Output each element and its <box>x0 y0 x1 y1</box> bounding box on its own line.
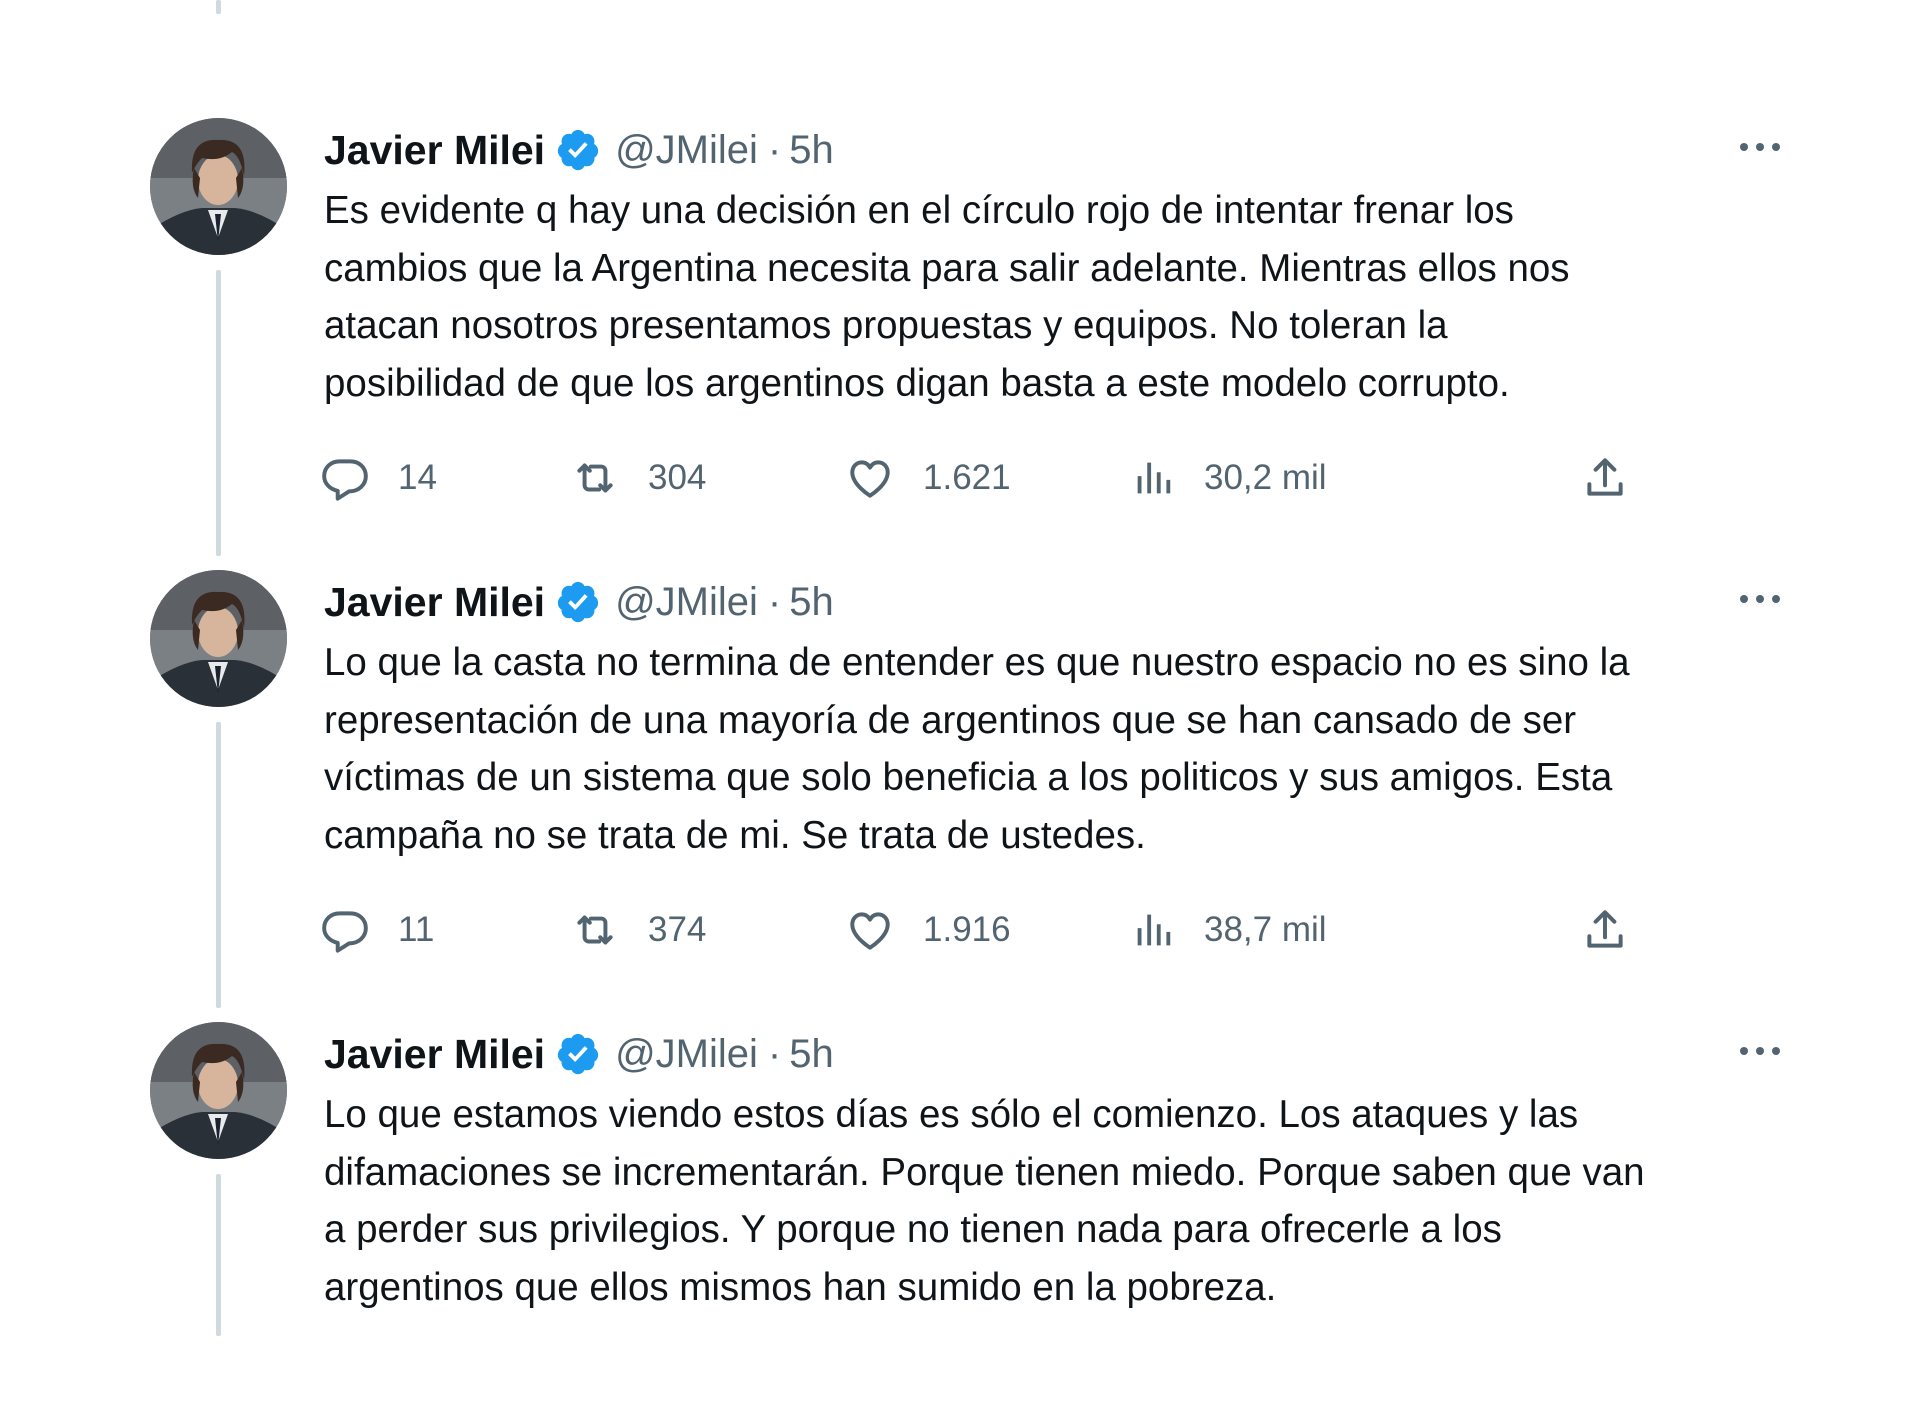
retweet-button[interactable]: 374 <box>570 900 706 960</box>
verified-badge-icon <box>555 579 601 625</box>
thread-connector <box>216 270 221 556</box>
tweet-header: Javier Milei @JMilei · 5h <box>324 120 834 180</box>
share-button[interactable] <box>1580 448 1630 508</box>
reply-button[interactable]: 11 <box>320 900 434 960</box>
reply-count: 11 <box>398 910 435 949</box>
tweet-text: Lo que estamos viendo estos días es sólo… <box>324 1093 1645 1309</box>
views-button[interactable]: 38,7 mil <box>1130 900 1327 960</box>
more-icon[interactable] <box>1730 132 1790 162</box>
views-icon <box>1130 905 1176 955</box>
author-name[interactable]: Javier Milei <box>324 1031 545 1078</box>
like-icon <box>845 905 895 955</box>
like-button[interactable]: 1.621 <box>845 448 1011 508</box>
like-icon <box>845 453 895 503</box>
tweet-time[interactable]: 5h <box>789 580 834 625</box>
share-button[interactable] <box>1580 900 1630 960</box>
tweet-actions: 14 304 1.621 30,2 mil <box>320 448 1623 508</box>
thread-connector <box>216 1174 221 1336</box>
views-icon <box>1130 453 1176 503</box>
separator: · <box>767 127 782 172</box>
like-button[interactable]: 1.916 <box>845 900 1011 960</box>
separator: · <box>767 1031 782 1076</box>
avatar[interactable] <box>150 570 287 707</box>
retweet-button[interactable]: 304 <box>570 448 706 508</box>
like-count: 1.916 <box>923 910 1011 949</box>
verified-badge-icon <box>555 1031 601 1077</box>
avatar[interactable] <box>150 118 287 255</box>
reply-icon <box>320 905 370 955</box>
like-count: 1.621 <box>923 458 1011 497</box>
thread-connector <box>216 0 221 14</box>
author-handle[interactable]: @JMilei <box>615 1032 758 1077</box>
verified-badge-icon <box>555 127 601 173</box>
author-handle[interactable]: @JMilei <box>615 580 758 625</box>
author-handle[interactable]: @JMilei <box>615 128 758 173</box>
tweet-text: Lo que la casta no termina de entender e… <box>324 641 1630 857</box>
tweet-thread: Javier Milei @JMilei · 5h Es evidente q … <box>0 0 1920 1426</box>
reply-icon <box>320 453 370 503</box>
share-icon <box>1580 453 1630 503</box>
retweet-icon <box>570 905 620 955</box>
author-name[interactable]: Javier Milei <box>324 579 545 626</box>
retweet-icon <box>570 453 620 503</box>
more-icon[interactable] <box>1730 1036 1790 1066</box>
tweet-actions: 11 374 1.916 38,7 mil <box>320 900 1623 960</box>
tweet-header: Javier Milei @JMilei · 5h <box>324 572 834 632</box>
views-button[interactable]: 30,2 mil <box>1130 448 1327 508</box>
retweet-count: 304 <box>648 458 707 497</box>
tweet-time[interactable]: 5h <box>789 1032 834 1077</box>
reply-button[interactable]: 14 <box>320 448 437 508</box>
tweet-text: Es evidente q hay una decisión en el cír… <box>324 189 1570 405</box>
thread-connector <box>216 722 221 1008</box>
views-count: 30,2 mil <box>1204 458 1327 497</box>
avatar[interactable] <box>150 1022 287 1159</box>
tweet-header: Javier Milei @JMilei · 5h <box>324 1024 834 1084</box>
tweet-time[interactable]: 5h <box>789 128 834 173</box>
separator: · <box>767 579 782 624</box>
reply-count: 14 <box>398 458 437 497</box>
more-icon[interactable] <box>1730 584 1790 614</box>
author-name[interactable]: Javier Milei <box>324 127 545 174</box>
views-count: 38,7 mil <box>1204 910 1327 949</box>
share-icon <box>1580 905 1630 955</box>
retweet-count: 374 <box>648 910 707 949</box>
